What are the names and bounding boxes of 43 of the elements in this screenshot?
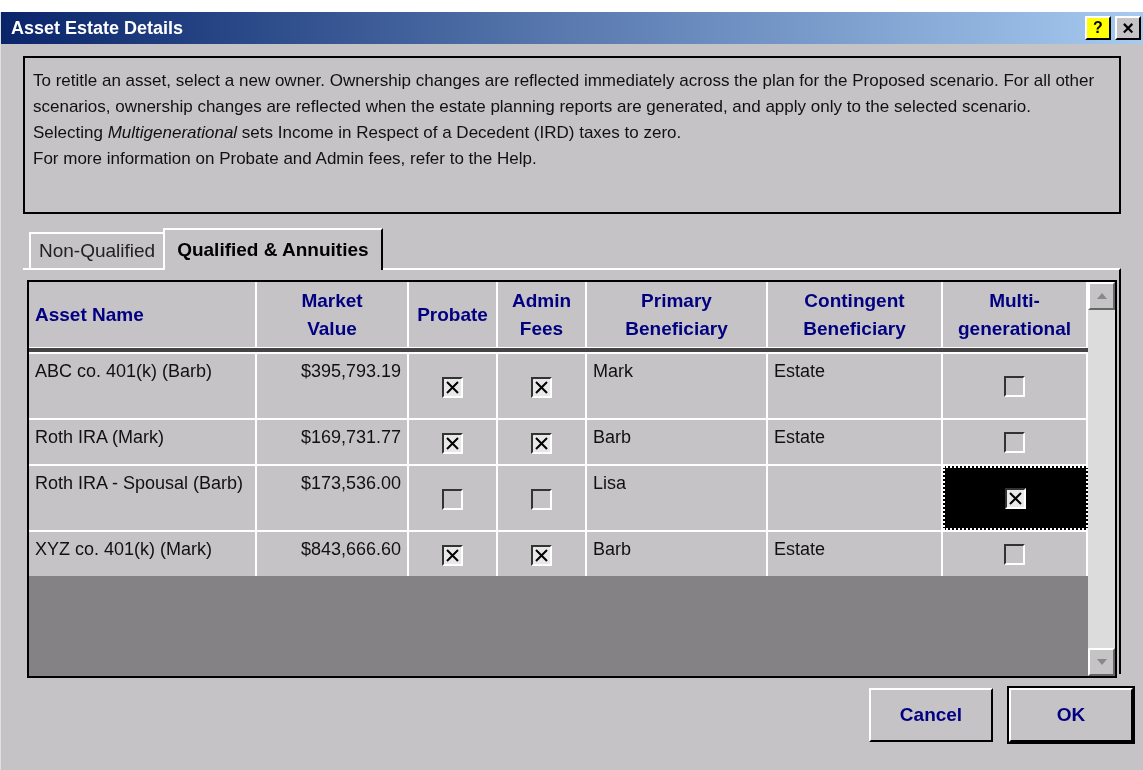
table-cell: XYZ co. 401(k) (Mark) [29, 532, 257, 576]
table-cell: $843,666.60 [257, 532, 409, 576]
close-button[interactable]: × [1115, 16, 1141, 40]
checkbox[interactable] [531, 376, 552, 398]
down-arrow-icon [1096, 659, 1107, 665]
dialog-button[interactable]: OK [1009, 688, 1133, 742]
checkbox[interactable] [531, 544, 552, 566]
table-cell: $395,793.19 [257, 354, 409, 418]
table-cell: $173,536.00 [257, 466, 409, 530]
tab[interactable]: Non-Qualified [29, 232, 164, 268]
table-cell: Barb [587, 420, 768, 464]
scroll-up-button[interactable] [1088, 282, 1115, 310]
table-cell: Barb [587, 532, 768, 576]
checkbox[interactable] [442, 544, 463, 566]
checkbox[interactable] [442, 376, 463, 398]
table-cell: Lisa [587, 466, 768, 530]
info-text: For more information on Probate and Admin fees, refer to the Help. [33, 148, 538, 170]
table-cell: ABC co. 401(k) (Barb) [29, 354, 257, 418]
table-cell: Estate [768, 532, 943, 576]
checkbox[interactable] [1005, 487, 1026, 509]
checkbox[interactable] [531, 488, 552, 510]
table-cell: Roth IRA (Mark) [29, 420, 257, 464]
table-cell: Roth IRA - Spousal (Barb) [29, 466, 257, 530]
checkbox[interactable] [1004, 431, 1025, 453]
checkbox[interactable] [1004, 543, 1025, 565]
info-text: To retitle an asset, select a new owner. Ownership changes are reflected immediately across the plan for the Proposed scenario. For all other scenarios, ownership changes are reflected when the estate planning reports are generated, and apply only to the selected scenario. [33, 70, 1096, 118]
dialog-button[interactable]: Cancel [869, 688, 993, 742]
checkbox[interactable] [442, 488, 463, 510]
checkbox[interactable] [1004, 375, 1025, 397]
up-arrow-icon [1096, 293, 1107, 299]
table-cell: Mark [587, 354, 768, 418]
info-text: Selecting Multigenerational sets Income in Respect of a Decedent (IRD) taxes to zero. [33, 122, 683, 144]
window-title: Asset Estate Details [11, 16, 185, 40]
scroll-down-button[interactable] [1088, 648, 1115, 676]
focused-cell[interactable] [943, 466, 1088, 530]
checkbox[interactable] [531, 432, 552, 454]
help-button[interactable]: ? [1085, 16, 1111, 40]
table-cell: Estate [768, 354, 943, 418]
checkbox[interactable] [442, 432, 463, 454]
scrollbar[interactable] [1088, 282, 1115, 676]
table-cell: $169,731.77 [257, 420, 409, 464]
table-cell: Estate [768, 420, 943, 464]
tab[interactable]: Qualified & Annuities [163, 228, 383, 270]
